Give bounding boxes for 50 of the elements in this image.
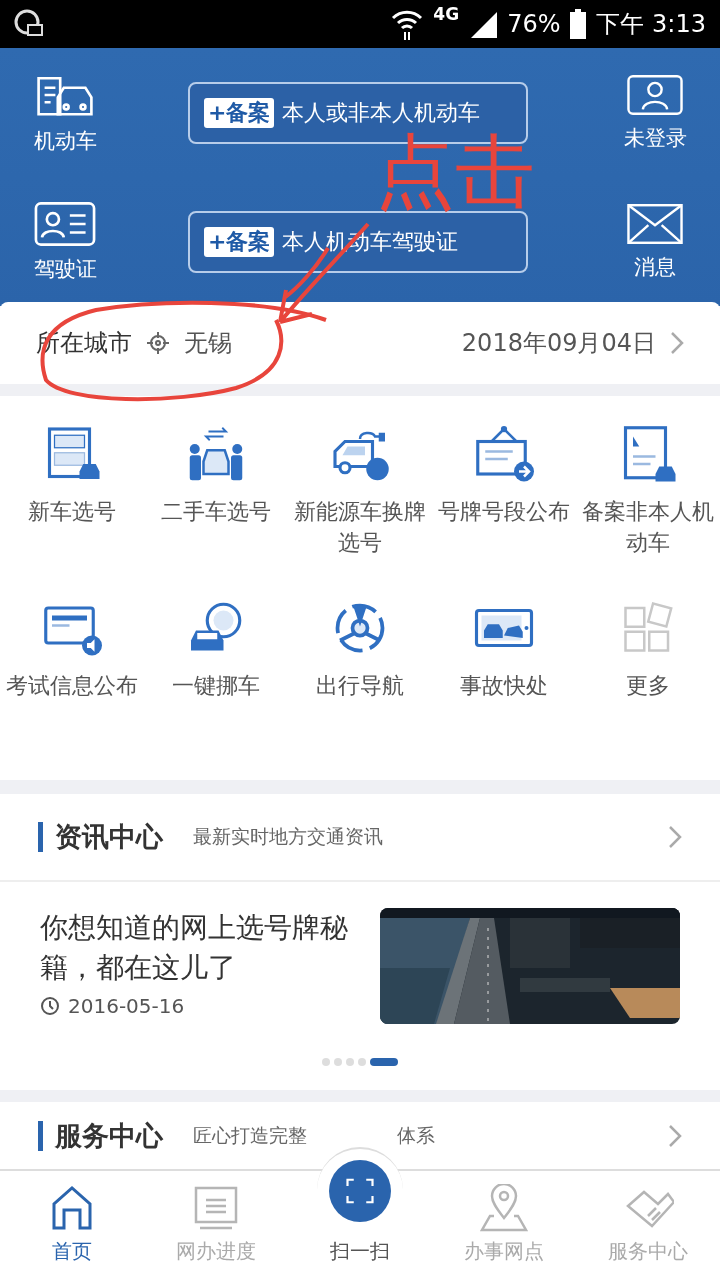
service-item[interactable]: 事故快处 bbox=[432, 598, 576, 758]
service-item[interactable]: 备案非本人机动车 bbox=[576, 424, 720, 584]
service-item[interactable]: 考试信息公布 bbox=[0, 598, 144, 758]
signal-icon bbox=[469, 10, 498, 38]
register-badge: +备案 bbox=[204, 226, 275, 257]
city-name[interactable]: 无锡 bbox=[184, 327, 232, 359]
service-item[interactable]: 一键挪车 bbox=[144, 598, 288, 758]
service-item[interactable]: 新能源车换牌选号 bbox=[288, 424, 432, 584]
service-item[interactable]: 更多 bbox=[576, 598, 720, 758]
card-text: 本人或非本人机动车 bbox=[282, 98, 481, 127]
battery-icon bbox=[570, 9, 587, 39]
header-shortcut[interactable]: 消息 bbox=[624, 202, 686, 281]
section-title: 服务中心 bbox=[55, 1119, 163, 1153]
header-shortcut[interactable]: 机动车 bbox=[32, 71, 98, 155]
page-dot[interactable] bbox=[358, 1058, 366, 1066]
chevron-icon[interactable] bbox=[668, 1124, 682, 1148]
section-subtitle: 体系 bbox=[397, 1123, 435, 1148]
section-subtitle: 匠心打造完整 bbox=[193, 1123, 307, 1148]
section-marker bbox=[38, 1121, 43, 1151]
battery-percent: 76% bbox=[507, 10, 561, 38]
map-pin-icon bbox=[478, 1184, 530, 1232]
section-marker bbox=[38, 822, 43, 852]
service-item[interactable]: 号牌号段公布 bbox=[432, 424, 576, 584]
article-title[interactable]: 你想知道的网上选号牌秘籍，都在这儿了 bbox=[40, 908, 350, 988]
service-item[interactable]: 出行导航 bbox=[288, 598, 432, 758]
service-item[interactable]: 新车选号 bbox=[0, 424, 144, 584]
chevron-icon[interactable] bbox=[668, 825, 682, 849]
wifi-icon bbox=[391, 8, 424, 40]
article-date: 2016-05-16 bbox=[68, 994, 185, 1018]
register-badge: +备案 bbox=[204, 97, 275, 128]
locate-icon bbox=[146, 331, 170, 355]
service-item[interactable]: 二手车选号 bbox=[144, 424, 288, 584]
header-shortcut[interactable]: 未登录 bbox=[623, 73, 687, 152]
tab[interactable]: 扫一扫 bbox=[288, 1147, 432, 1279]
date-text: 2018年09月04日 bbox=[461, 328, 656, 359]
tab[interactable]: 首页 bbox=[0, 1171, 144, 1279]
notification-icon bbox=[14, 9, 44, 39]
section-title: 资讯中心 bbox=[55, 820, 163, 854]
network-type: 4G bbox=[433, 4, 460, 24]
page-dot[interactable] bbox=[322, 1058, 330, 1066]
id-card-icon bbox=[32, 201, 98, 247]
chevron-icon[interactable] bbox=[670, 331, 684, 355]
clock-icon bbox=[40, 996, 60, 1016]
envelope-icon bbox=[624, 202, 686, 245]
page-dot[interactable] bbox=[334, 1058, 342, 1066]
list-document-icon bbox=[192, 1184, 240, 1232]
page-dot[interactable] bbox=[346, 1058, 354, 1066]
section-subtitle: 最新实时地方交通资讯 bbox=[193, 824, 383, 849]
header-shortcut[interactable]: 驾驶证 bbox=[32, 201, 98, 283]
clock: 下午 3:13 bbox=[596, 9, 706, 40]
